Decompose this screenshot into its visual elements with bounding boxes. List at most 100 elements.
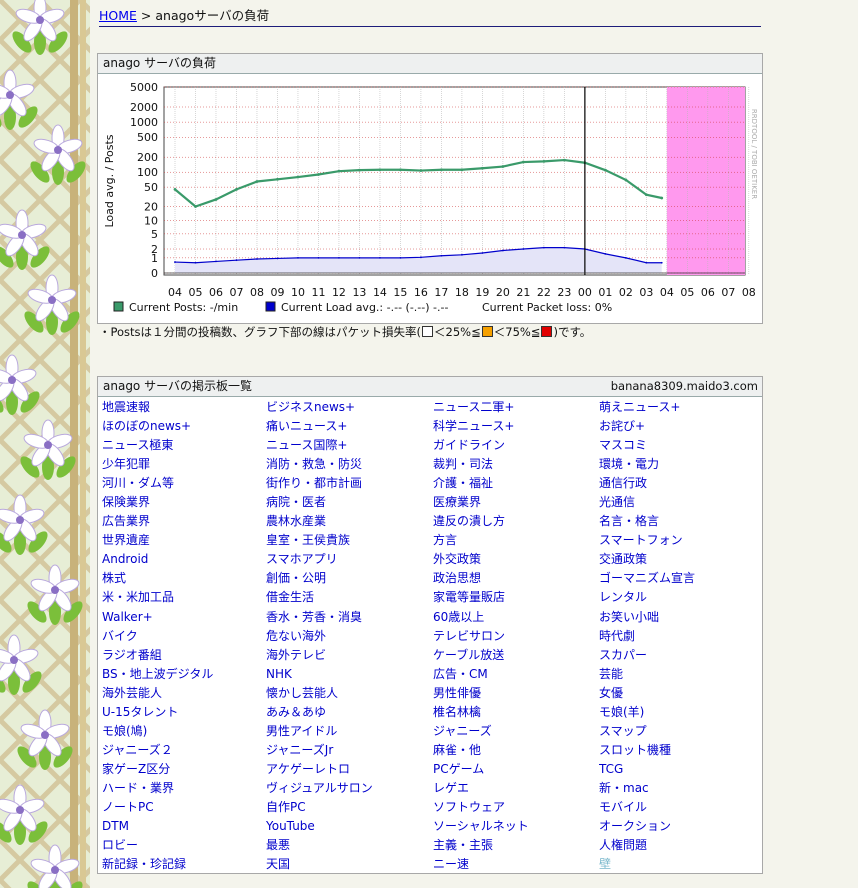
board-link[interactable]: スマホアプリ <box>266 550 433 569</box>
board-link[interactable]: 広告業界 <box>102 512 266 531</box>
board-link[interactable]: レンタル <box>599 588 759 607</box>
board-link[interactable]: 世界遺産 <box>102 531 266 550</box>
board-link[interactable]: 香水・芳香・消臭 <box>266 608 433 627</box>
board-link[interactable]: ガイドライン <box>433 436 599 455</box>
board-link[interactable]: 保険業界 <box>102 493 266 512</box>
board-link[interactable]: 違反の潰し方 <box>433 512 599 531</box>
board-link[interactable]: 通信行政 <box>599 474 759 493</box>
board-link[interactable]: 椎名林檎 <box>433 703 599 722</box>
board-link[interactable]: 借金生活 <box>266 588 433 607</box>
board-link[interactable]: 消防・救急・防災 <box>266 455 433 474</box>
board-link[interactable]: ジャニーズ <box>433 722 599 741</box>
board-link[interactable]: スマートフォン <box>599 531 759 550</box>
board-link[interactable]: ニュース国際+ <box>266 436 433 455</box>
board-link[interactable]: ロビー <box>102 836 266 855</box>
board-link[interactable]: マスコミ <box>599 436 759 455</box>
board-link[interactable]: YouTube <box>266 817 433 836</box>
board-link[interactable]: PCゲーム <box>433 760 599 779</box>
board-link[interactable]: 海外テレビ <box>266 646 433 665</box>
board-link[interactable]: 新記録・珍記録 <box>102 855 266 874</box>
board-link[interactable]: 科学ニュース+ <box>433 417 599 436</box>
board-link[interactable]: ケーブル放送 <box>433 646 599 665</box>
board-link[interactable]: ニー速 <box>433 855 599 874</box>
board-link[interactable]: 名言・格言 <box>599 512 759 531</box>
board-link[interactable]: テレビサロン <box>433 627 599 646</box>
board-link[interactable]: 男性俳優 <box>433 684 599 703</box>
board-link[interactable]: 光通信 <box>599 493 759 512</box>
board-link[interactable]: アケゲーレトロ <box>266 760 433 779</box>
board-link[interactable]: Walker+ <box>102 608 266 627</box>
board-link[interactable]: 懐かし芸能人 <box>266 684 433 703</box>
board-link[interactable]: スカパー <box>599 646 759 665</box>
breadcrumb-home-link[interactable]: HOME <box>99 8 137 23</box>
board-link[interactable]: 時代劇 <box>599 627 759 646</box>
board-link[interactable]: 広告・CM <box>433 665 599 684</box>
board-link[interactable]: DTM <box>102 817 266 836</box>
board-link[interactable]: ニュース二軍+ <box>433 398 599 417</box>
board-link[interactable]: モバイル <box>599 798 759 817</box>
board-link[interactable]: TCG <box>599 760 759 779</box>
board-link[interactable]: 危ない海外 <box>266 627 433 646</box>
board-link[interactable]: 病院・医者 <box>266 493 433 512</box>
board-link[interactable]: ヴィジュアルサロン <box>266 779 433 798</box>
board-link[interactable]: 60歳以上 <box>433 608 599 627</box>
board-link[interactable]: あみ＆あゆ <box>266 703 433 722</box>
board-link[interactable]: モ娘(羊) <box>599 703 759 722</box>
board-link[interactable]: オークション <box>599 817 759 836</box>
board-link[interactable]: スロット機種 <box>599 741 759 760</box>
board-link[interactable]: ソーシャルネット <box>433 817 599 836</box>
board-link[interactable]: スマップ <box>599 722 759 741</box>
board-link[interactable]: U-15タレント <box>102 703 266 722</box>
board-link[interactable]: 皇室・王侯貴族 <box>266 531 433 550</box>
board-link[interactable]: 主義・主張 <box>433 836 599 855</box>
board-link[interactable]: 新・mac <box>599 779 759 798</box>
board-link[interactable]: 株式 <box>102 569 266 588</box>
board-link[interactable]: 壁 <box>599 855 759 874</box>
board-link[interactable]: Android <box>102 550 266 569</box>
board-link[interactable]: BS・地上波デジタル <box>102 665 266 684</box>
board-link[interactable]: ニュース極東 <box>102 436 266 455</box>
board-link[interactable]: 海外芸能人 <box>102 684 266 703</box>
board-link[interactable]: ハード・業界 <box>102 779 266 798</box>
board-link[interactable]: 痛いニュース+ <box>266 417 433 436</box>
board-link[interactable]: 女優 <box>599 684 759 703</box>
board-link[interactable]: ジャニーズJr <box>266 741 433 760</box>
board-link[interactable]: お詫び+ <box>599 417 759 436</box>
board-link[interactable]: 家電等量販店 <box>433 588 599 607</box>
board-link[interactable]: 政治思想 <box>433 569 599 588</box>
board-link[interactable]: ビジネスnews+ <box>266 398 433 417</box>
board-link[interactable]: 地震速報 <box>102 398 266 417</box>
board-link[interactable]: バイク <box>102 627 266 646</box>
board-link[interactable]: 最悪 <box>266 836 433 855</box>
board-link[interactable]: お笑い小咄 <box>599 608 759 627</box>
board-link[interactable]: 家ゲーZ区分 <box>102 760 266 779</box>
board-link[interactable]: 街作り・都市計画 <box>266 474 433 493</box>
board-link[interactable]: ほのぼのnews+ <box>102 417 266 436</box>
board-link[interactable]: ゴーマニズム宣言 <box>599 569 759 588</box>
board-link[interactable]: ラジオ番組 <box>102 646 266 665</box>
board-link[interactable]: NHK <box>266 665 433 684</box>
board-link[interactable]: 方言 <box>433 531 599 550</box>
board-link[interactable]: 外交政策 <box>433 550 599 569</box>
board-link[interactable]: ソフトウェア <box>433 798 599 817</box>
board-link[interactable]: ジャニーズ２ <box>102 741 266 760</box>
board-link[interactable]: モ娘(鳩) <box>102 722 266 741</box>
board-link[interactable]: 芸能 <box>599 665 759 684</box>
board-link[interactable]: 河川・ダム等 <box>102 474 266 493</box>
board-link[interactable]: 男性アイドル <box>266 722 433 741</box>
board-link[interactable]: 交通政策 <box>599 550 759 569</box>
board-link[interactable]: 介護・福祉 <box>433 474 599 493</box>
board-link[interactable]: 農林水産業 <box>266 512 433 531</box>
board-link[interactable]: 裁判・司法 <box>433 455 599 474</box>
board-link[interactable]: 自作PC <box>266 798 433 817</box>
board-link[interactable]: レゲエ <box>433 779 599 798</box>
board-link[interactable]: 人権問題 <box>599 836 759 855</box>
board-link[interactable]: 医療業界 <box>433 493 599 512</box>
board-link[interactable]: 天国 <box>266 855 433 874</box>
board-link[interactable]: 萌えニュース+ <box>599 398 759 417</box>
board-link[interactable]: 米・米加工品 <box>102 588 266 607</box>
board-link[interactable]: 少年犯罪 <box>102 455 266 474</box>
board-link[interactable]: 環境・電力 <box>599 455 759 474</box>
board-link[interactable]: 創価・公明 <box>266 569 433 588</box>
board-link[interactable]: 麻雀・他 <box>433 741 599 760</box>
